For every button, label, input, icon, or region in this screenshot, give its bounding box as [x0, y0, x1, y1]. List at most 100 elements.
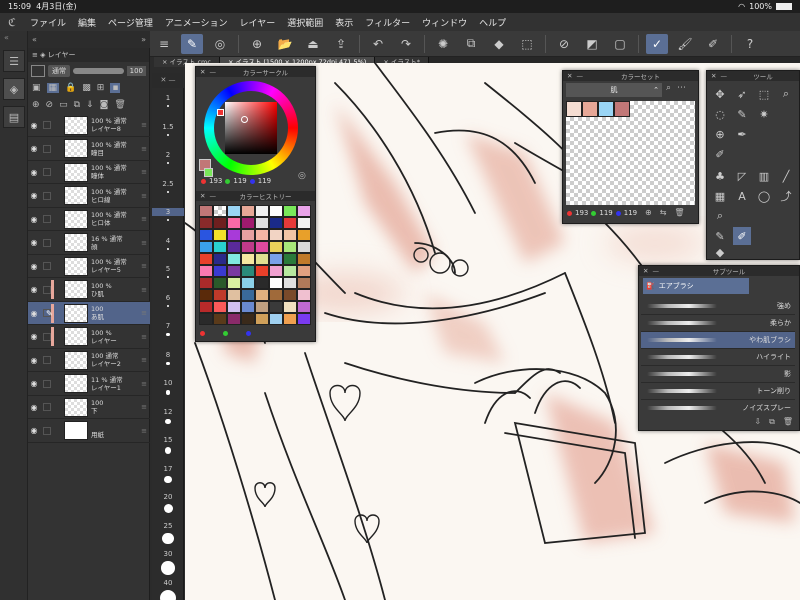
- layer-row[interactable]: ◉ 100 % 通常 レイヤー5 ≡: [28, 255, 150, 278]
- history-swatch[interactable]: [297, 265, 311, 277]
- collapse-panel-icon[interactable]: «: [0, 31, 27, 44]
- history-swatch[interactable]: [269, 289, 283, 301]
- history-swatch[interactable]: [283, 289, 297, 301]
- brush-size-option[interactable]: 2.5: [152, 180, 184, 188]
- history-swatch[interactable]: [269, 301, 283, 313]
- color-history-min-icon[interactable]: —: [209, 192, 216, 200]
- brush-size-option[interactable]: 5: [152, 265, 184, 273]
- pen-tool-shortcut-icon[interactable]: ✓: [646, 33, 668, 54]
- collapse-left-icon[interactable]: «: [32, 35, 37, 44]
- history-swatch[interactable]: [283, 205, 297, 217]
- history-swatch[interactable]: [255, 229, 269, 241]
- brush-size-option[interactable]: 1.5: [152, 123, 184, 131]
- history-swatch[interactable]: [241, 313, 255, 325]
- history-swatch[interactable]: [241, 301, 255, 313]
- subtool-min-icon[interactable]: —: [652, 267, 659, 275]
- history-swatch[interactable]: [269, 313, 283, 325]
- layer-row[interactable]: ◉ 11 % 通常 レイヤー1 ≡: [28, 373, 150, 396]
- menu-item-0[interactable]: ファイル: [24, 16, 72, 29]
- text-tool-icon[interactable]: A: [733, 187, 751, 205]
- invert-selection-icon[interactable]: ◩: [581, 34, 603, 54]
- layer-lock-checkbox[interactable]: [43, 215, 51, 223]
- hue-cursor[interactable]: [217, 109, 224, 116]
- layer-lock-checkbox[interactable]: [43, 168, 51, 176]
- subtool-brush-item[interactable]: 影: [641, 366, 795, 383]
- brush-size-option[interactable]: 40: [152, 579, 184, 587]
- layer-type-icon[interactable]: [31, 64, 45, 77]
- history-swatch[interactable]: [241, 205, 255, 217]
- history-swatch[interactable]: [297, 253, 311, 265]
- layer-lock-checkbox[interactable]: [43, 285, 51, 294]
- history-swatch[interactable]: [269, 217, 283, 229]
- subtool-brush-item[interactable]: トーン削り: [641, 383, 795, 400]
- menu-item-3[interactable]: アニメーション: [159, 16, 234, 29]
- history-swatch[interactable]: [199, 229, 213, 241]
- magnifier-tool-icon[interactable]: ⌕: [711, 207, 729, 225]
- edit-icon[interactable]: ✎: [181, 33, 203, 54]
- history-swatch[interactable]: [241, 265, 255, 277]
- history-swatch[interactable]: [255, 313, 269, 325]
- history-swatch[interactable]: [255, 277, 269, 289]
- history-swatch[interactable]: [241, 217, 255, 229]
- history-swatch[interactable]: [213, 229, 227, 241]
- menu-item-8[interactable]: ウィンドウ: [416, 16, 473, 29]
- history-swatch[interactable]: [199, 241, 213, 253]
- color-set-close-icon[interactable]: ✕: [567, 72, 572, 80]
- history-swatch[interactable]: [255, 265, 269, 277]
- brush-tool-shortcut-icon[interactable]: 🖌: [674, 34, 696, 54]
- hue-ring[interactable]: [204, 81, 298, 175]
- history-swatch[interactable]: [213, 241, 227, 253]
- copy-icon[interactable]: ⧉: [460, 34, 482, 54]
- color-set-swatch[interactable]: [566, 101, 582, 117]
- visibility-eye-icon[interactable]: ◉: [28, 403, 40, 412]
- decoration-tool-icon[interactable]: ♣: [711, 167, 729, 185]
- delete-color-icon[interactable]: 🗑: [674, 208, 684, 217]
- history-swatch[interactable]: [227, 277, 241, 289]
- pen-tool-icon[interactable]: ✒: [733, 125, 751, 143]
- operation-tool-icon[interactable]: ➶: [733, 85, 751, 103]
- history-swatch[interactable]: [227, 289, 241, 301]
- visibility-eye-icon[interactable]: ◉: [28, 121, 40, 130]
- drag-handle-icon[interactable]: ≡: [141, 356, 147, 364]
- history-swatch[interactable]: [269, 253, 283, 265]
- history-swatch[interactable]: [199, 301, 213, 313]
- lock-transparent-icon[interactable]: ▩: [82, 83, 91, 93]
- lasso-tool-icon[interactable]: ◌: [711, 105, 729, 123]
- visibility-eye-icon[interactable]: ◉: [28, 144, 40, 153]
- layer-lock-checkbox[interactable]: [43, 379, 51, 388]
- history-swatch[interactable]: [199, 313, 213, 325]
- menu-item-5[interactable]: 選択範囲: [281, 16, 329, 29]
- history-swatch[interactable]: [213, 301, 227, 313]
- history-swatch[interactable]: [283, 265, 297, 277]
- history-swatch[interactable]: [297, 289, 311, 301]
- history-swatch[interactable]: [269, 265, 283, 277]
- layer-lock-checkbox[interactable]: [43, 403, 51, 411]
- merge-down-icon[interactable]: ⇓: [86, 100, 94, 110]
- app-logo-icon[interactable]: ℭ: [0, 16, 24, 29]
- brush-size-min-icon[interactable]: —: [169, 76, 176, 84]
- menu-item-9[interactable]: ヘルプ: [473, 16, 512, 29]
- eyedropper-tool-icon[interactable]: ✎: [733, 105, 751, 123]
- balloon-tool-icon[interactable]: ◯: [755, 187, 773, 205]
- layer-lock-checkbox[interactable]: [43, 262, 51, 270]
- color-set-menu-icon[interactable]: ⋯: [677, 83, 686, 93]
- history-swatch[interactable]: [199, 289, 213, 301]
- subtool-brush-item[interactable]: 柔らか: [641, 315, 795, 332]
- subtool-brush-item[interactable]: やわ肌ブラシ: [641, 332, 795, 349]
- subtool-delete-icon[interactable]: 🗑: [783, 417, 793, 427]
- history-swatch[interactable]: [227, 313, 241, 325]
- visibility-eye-icon[interactable]: ◉: [28, 356, 40, 365]
- menu-item-7[interactable]: フィルター: [359, 16, 416, 29]
- redo-icon[interactable]: ↷: [395, 34, 417, 54]
- eyedropper-icon[interactable]: ⌕: [666, 83, 671, 93]
- copy-layer-icon[interactable]: ⧉: [74, 100, 80, 110]
- brush-size-close-icon[interactable]: ✕: [160, 76, 166, 84]
- opacity-value[interactable]: 100: [126, 65, 146, 76]
- layer-lock-checkbox[interactable]: [43, 332, 51, 341]
- layer-row[interactable]: ◉ 16 % 通常顔 ≡: [28, 232, 150, 255]
- history-swatch[interactable]: [297, 277, 311, 289]
- tool-panel-min-icon[interactable]: —: [720, 72, 727, 80]
- undo-icon[interactable]: ↶: [367, 34, 389, 54]
- history-swatch[interactable]: [269, 277, 283, 289]
- reference-layer-icon[interactable]: ▦: [46, 82, 60, 93]
